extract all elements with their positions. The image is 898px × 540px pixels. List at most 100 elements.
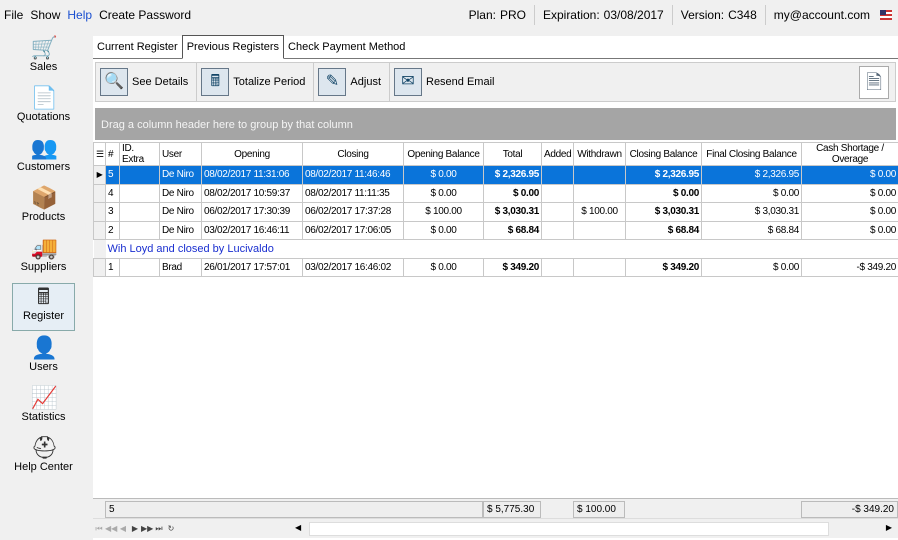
account-email[interactable]: my@account.com [774, 8, 870, 22]
footer-count: 5 [105, 501, 483, 518]
cell-2: De Niro [159, 202, 202, 222]
sidebar-item-suppliers[interactable]: 🚚 Suppliers [12, 235, 75, 283]
cell-7 [541, 183, 574, 203]
sidebar-item-customers[interactable]: 👥 Customers [12, 135, 75, 183]
table-row[interactable]: 1 Brad 26/01/2017 17:57:01 03/02/2017 16:46… [93, 257, 898, 277]
prev-page-icon[interactable]: ◀◀ [105, 524, 117, 533]
cell-1 [119, 220, 160, 240]
horizontal-scrollbar[interactable]: ◀ ▶ [293, 521, 896, 537]
scroll-right-icon[interactable]: ▶ [886, 523, 892, 532]
column-header[interactable]: Total [483, 142, 542, 166]
first-page-icon[interactable]: ⏮ [93, 524, 105, 534]
column-header[interactable]: User [159, 142, 202, 166]
sidebar-item-products[interactable]: 📦 Products [12, 185, 75, 233]
table-row[interactable]: 3 De Niro 06/02/2017 17:30:39 06/02/2017 17… [93, 202, 898, 222]
cell-2: De Niro [159, 165, 202, 185]
sidebar-item-help-center[interactable]: ⛑ Help Center [12, 435, 75, 483]
column-header[interactable]: Closing [302, 142, 404, 166]
scrollbar-thumb[interactable] [309, 522, 829, 536]
column-header[interactable]: Final Closing Balance [701, 142, 802, 166]
cell-2: De Niro [159, 220, 202, 240]
sidebar-item-users[interactable]: 👤 Users [12, 335, 75, 383]
prev-record-icon[interactable]: ◀ [117, 524, 129, 533]
sidebar: 🛒 Sales 📄 Quotations 👥 Customers 📦 Products 🚚 Sup… [0, 30, 92, 540]
expiration-label: Expiration: [542, 8, 600, 22]
see-details-button[interactable]: 🔍 See Details [96, 63, 198, 101]
cell-5: $ 0.00 [403, 220, 484, 240]
menu-show[interactable]: Show [30, 8, 60, 22]
tab-previous-registers[interactable]: Previous Registers [181, 35, 285, 59]
cell-9: $ 2,326.95 [625, 165, 702, 185]
cell-7 [541, 220, 574, 240]
column-header[interactable]: Opening Balance [403, 142, 484, 166]
navigator-bar: ⏮ ◀◀ ◀ ▶ ▶▶ ⏭ ↻ ◀ ▶ [93, 518, 898, 538]
tab-check-payment-method[interactable]: Check Payment Method [284, 36, 409, 58]
cell-8: $ 100.00 [573, 202, 626, 222]
cell-1 [119, 183, 160, 203]
footer-cash-shortage: -$ 349.20 [801, 501, 898, 518]
help-center-icon: ⛑ [30, 435, 59, 460]
resend-email-label: Resend Email [426, 76, 495, 88]
menu-file[interactable]: File [4, 8, 23, 22]
cell-7 [541, 202, 574, 222]
cell-9: $ 68.84 [625, 220, 702, 240]
sidebar-item-quotations[interactable]: 📄 Quotations [12, 85, 75, 133]
column-header[interactable]: Cash Shortage / Overage [801, 142, 898, 166]
sidebar-item-statistics[interactable]: 📈 Statistics [12, 385, 75, 433]
table-row[interactable]: 4 De Niro 08/02/2017 10:59:37 08/02/2017 11… [93, 183, 898, 203]
menu-help[interactable]: Help [67, 8, 92, 22]
cell-3: 03/02/2017 16:46:11 [201, 220, 303, 240]
adjust-button[interactable]: ✎ Adjust [314, 63, 390, 101]
column-header[interactable]: # [105, 142, 120, 166]
table-row[interactable]: ▶ 5 De Niro 08/02/2017 11:31:06 08/02/2017 1… [93, 165, 898, 185]
last-page-icon[interactable]: ⏭ [153, 524, 165, 534]
cell-3: 06/02/2017 17:30:39 [201, 202, 303, 222]
refresh-icon[interactable]: ↻ [165, 524, 177, 533]
version-value: C348 [728, 8, 757, 22]
menu-create-password[interactable]: Create Password [99, 8, 191, 22]
cell-7 [541, 257, 574, 277]
cell-6: $ 0.00 [483, 183, 542, 203]
sidebar-item-label: Customers [16, 161, 71, 173]
sidebar-item-label: Quotations [16, 111, 71, 123]
calculator-icon: 🖩 [201, 68, 230, 96]
column-header[interactable]: ID. Extra [119, 142, 160, 166]
cell-9: $ 349.20 [625, 257, 702, 277]
group-by-panel[interactable]: Drag a column header here to group by th… [95, 108, 896, 140]
sidebar-item-register[interactable]: 🖩 Register [12, 283, 75, 331]
tab-current-register[interactable]: Current Register [93, 36, 182, 58]
plan-value: PRO [499, 8, 526, 22]
us-flag-icon[interactable] [880, 10, 892, 20]
totalize-period-button[interactable]: 🖩 Totalize Period [197, 63, 315, 101]
cell-0: 4 [105, 183, 120, 203]
cell-5: $ 0.00 [403, 183, 484, 203]
column-header[interactable]: Closing Balance [625, 142, 702, 166]
cell-8 [573, 257, 626, 277]
next-record-icon[interactable]: ▶ [129, 524, 141, 533]
cell-4: 08/02/2017 11:11:35 [302, 183, 404, 203]
cell-6: $ 2,326.95 [483, 165, 542, 185]
document-icon[interactable]: 🗎 [859, 66, 889, 99]
cell-11: $ 0.00 [801, 202, 898, 222]
totalize-period-label: Totalize Period [233, 76, 306, 88]
column-header[interactable]: Withdrawn [573, 142, 626, 166]
pencil-icon: ✎ [318, 68, 347, 96]
sidebar-item-label: Sales [29, 61, 58, 73]
email-icon: ✉ [394, 68, 422, 96]
quotations-icon: 📄 [30, 85, 58, 110]
row-indicator [93, 257, 106, 277]
next-page-icon[interactable]: ▶▶ [141, 524, 153, 533]
scroll-left-icon[interactable]: ◀ [295, 523, 301, 532]
column-header[interactable]: Opening [201, 142, 303, 166]
sidebar-item-sales[interactable]: 🛒 Sales [12, 35, 75, 83]
row-indicator: ▶ [93, 165, 106, 185]
sidebar-item-label: Help Center [14, 461, 73, 473]
table-row[interactable]: 2 De Niro 03/02/2017 16:46:11 06/02/2017 17… [93, 220, 898, 240]
column-header[interactable]: Added [541, 142, 574, 166]
row-note: Wih Loyd and closed by Lucivaldo [105, 239, 898, 259]
account-info: Plan: PRO Expiration: 03/08/2017 Version: C… [469, 0, 892, 30]
adjust-label: Adjust [350, 76, 381, 88]
cell-8 [573, 183, 626, 203]
column-chooser-icon[interactable]: ☰ [93, 142, 106, 166]
resend-email-button[interactable]: ✉ Resend Email [390, 63, 502, 101]
